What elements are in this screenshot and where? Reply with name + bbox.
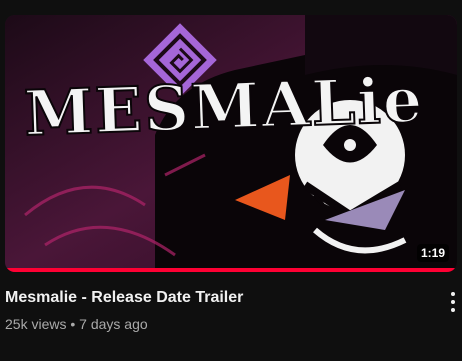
thumbnail-logo-text: MESMALie: [23, 63, 425, 150]
more-vertical-icon[interactable]: [444, 288, 462, 316]
video-card: MESMALie 1:19 Mesmalie - Release Date Tr…: [0, 0, 462, 361]
meta-separator: •: [70, 316, 76, 332]
video-title[interactable]: Mesmalie - Release Date Trailer: [5, 288, 425, 308]
upload-age: 7 days ago: [79, 316, 148, 332]
thumbnail-art: MESMALie: [5, 15, 457, 272]
video-metadata: 25k views • 7 days ago: [5, 315, 148, 333]
watch-progress-bar: [5, 268, 457, 272]
watch-progress-fill: [5, 268, 457, 272]
duration-badge: 1:19: [416, 244, 449, 262]
view-count: 25k views: [5, 316, 67, 332]
video-thumbnail[interactable]: MESMALie 1:19: [5, 15, 457, 272]
